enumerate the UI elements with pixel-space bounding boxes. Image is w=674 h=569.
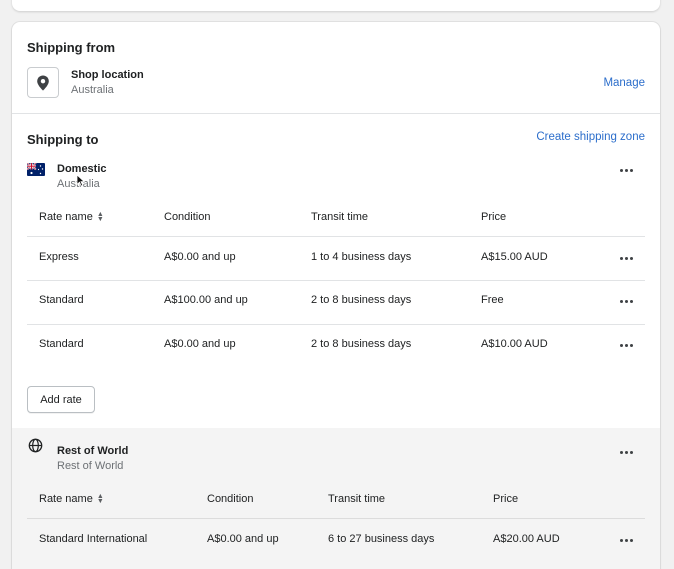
sort-icon: ▲ ▼ (96, 211, 104, 224)
mouse-cursor-icon (76, 174, 85, 187)
location-pin-icon (37, 75, 49, 90)
table-divider (27, 236, 645, 237)
rate-name-header-label: Rate name (39, 493, 93, 505)
location-icon-box (27, 67, 59, 98)
column-header-transit: Transit time (311, 211, 369, 223)
shop-location-name: Shop location (71, 69, 144, 81)
add-rate-button[interactable]: Add rate (27, 386, 95, 413)
shipping-card: Shipping from Shop location Australia Ma… (12, 22, 660, 569)
price-cell: A$20.00 AUD (493, 533, 560, 545)
section-divider (12, 113, 660, 114)
transit-cell: 6 to 27 business days (328, 533, 435, 545)
column-header-price: Price (493, 493, 519, 505)
zone-region-rest-of-world: Rest of World (57, 460, 124, 472)
condition-cell: A$100.00 and up (164, 294, 248, 306)
globe-icon (28, 438, 43, 453)
row-more-actions-icon[interactable] (616, 251, 636, 265)
column-header-price: Price (481, 211, 507, 223)
price-cell: A$10.00 AUD (481, 338, 548, 350)
previous-card (12, 0, 660, 11)
rate-name-cell: Standard (39, 294, 84, 306)
price-cell: Free (481, 294, 504, 306)
manage-link[interactable]: Manage (603, 77, 645, 89)
transit-cell: 1 to 4 business days (311, 251, 412, 263)
row-more-actions-icon[interactable] (616, 533, 636, 547)
zone-name-rest-of-world: Rest of World (57, 445, 129, 457)
rate-name-cell: Express (39, 251, 79, 263)
table-divider (27, 518, 645, 519)
rate-name-cell: Standard (39, 338, 84, 350)
condition-cell: A$0.00 and up (164, 251, 236, 263)
column-header-rate-name[interactable]: Rate name ▲ ▼ (39, 211, 104, 223)
transit-cell: 2 to 8 business days (311, 294, 412, 306)
condition-cell: A$0.00 and up (207, 533, 279, 545)
condition-cell: A$0.00 and up (164, 338, 236, 350)
table-divider (27, 324, 645, 325)
shop-location-country: Australia (71, 84, 114, 96)
column-header-condition: Condition (164, 211, 211, 223)
rest-of-world-zone: Rest of World Rest of World Rate name ▲ ▼ … (12, 428, 660, 569)
rate-name-cell: Standard International (39, 533, 148, 545)
table-divider (27, 280, 645, 281)
transit-cell: 2 to 8 business days (311, 338, 412, 350)
domestic-more-actions-icon[interactable] (616, 163, 636, 177)
price-cell: A$15.00 AUD (481, 251, 548, 263)
row-more-actions-icon[interactable] (616, 294, 636, 308)
column-header-transit: Transit time (328, 493, 386, 505)
sort-icon: ▲ ▼ (96, 493, 104, 506)
rate-name-header-label: Rate name (39, 211, 93, 223)
rest-of-world-more-actions-icon[interactable] (616, 445, 636, 459)
row-more-actions-icon[interactable] (616, 338, 636, 352)
shipping-from-title: Shipping from (27, 40, 116, 55)
shipping-to-title: Shipping to (27, 132, 99, 147)
column-header-rate-name[interactable]: Rate name ▲ ▼ (39, 493, 104, 505)
column-header-condition: Condition (207, 493, 254, 505)
create-shipping-zone-link[interactable]: Create shipping zone (536, 131, 645, 143)
australia-flag-icon (27, 163, 45, 176)
